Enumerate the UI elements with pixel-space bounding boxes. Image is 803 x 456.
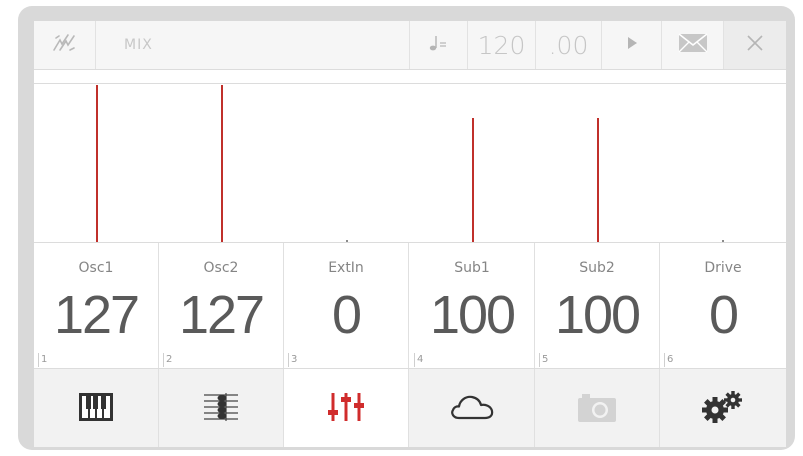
channel-index: 6 (664, 353, 673, 367)
level-meters (34, 84, 786, 243)
message-button[interactable] (662, 21, 724, 69)
nav-settings-button[interactable] (660, 369, 786, 447)
midi-link-button[interactable] (34, 21, 96, 69)
channel-value: 127 (53, 285, 140, 345)
tempo-fraction-field[interactable]: .00 (536, 21, 602, 69)
quarter-note-icon (428, 34, 450, 56)
channel-value: 100 (429, 285, 516, 345)
envelope-icon (678, 33, 708, 57)
channel-value: 0 (331, 285, 362, 345)
channel-index: 2 (163, 353, 172, 367)
tempo-whole-field[interactable]: 120 (468, 21, 536, 69)
channel-sub1[interactable]: Sub1 100 4 (410, 243, 535, 369)
channel-value: 127 (178, 285, 265, 345)
play-icon (625, 35, 639, 55)
channel-name: Drive (704, 260, 742, 276)
channel-drive[interactable]: Drive 0 6 (660, 243, 786, 369)
channel-name: Sub1 (454, 260, 490, 276)
top-bar: MIX 120 .00 (34, 21, 786, 70)
channel-extin[interactable]: ExtIn 0 3 (284, 243, 409, 369)
screen: MIX 120 .00 Osc1 127 1 Osc2 127 2 ExtIn … (34, 21, 786, 447)
piano-keys-icon (78, 392, 114, 426)
score-notes-icon (200, 389, 242, 429)
channel-index: 1 (38, 353, 47, 367)
status-strip (34, 70, 786, 84)
nav-score-button[interactable] (159, 369, 284, 447)
channel-value: 0 (708, 285, 739, 345)
channel-name: Sub2 (579, 260, 615, 276)
meter-sub2 (597, 118, 599, 243)
nav-mixer-button[interactable] (284, 369, 409, 447)
close-button[interactable] (724, 21, 786, 69)
meter-osc2 (221, 85, 223, 243)
channel-osc2[interactable]: Osc2 127 2 (159, 243, 284, 369)
nav-camera-button[interactable] (535, 369, 660, 447)
close-icon (745, 33, 765, 57)
tempo-button[interactable] (410, 21, 468, 69)
channel-index: 5 (539, 353, 548, 367)
channel-index: 3 (288, 353, 297, 367)
camera-icon (576, 390, 618, 428)
nav-keyboard-button[interactable] (34, 369, 159, 447)
nav-cloud-button[interactable] (410, 369, 535, 447)
meter-osc1 (96, 85, 98, 243)
mixer-sliders-icon (326, 390, 366, 428)
channel-index: 4 (414, 353, 423, 367)
channel-sub2[interactable]: Sub2 100 5 (535, 243, 660, 369)
gears-icon (697, 389, 749, 429)
channel-name: Osc1 (78, 260, 114, 276)
page-title: MIX (96, 21, 410, 69)
channel-name: Osc2 (203, 260, 239, 276)
meter-sub1 (472, 118, 474, 243)
bottom-nav (34, 368, 786, 447)
channel-value: 100 (554, 285, 641, 345)
channel-osc1[interactable]: Osc1 127 1 (34, 243, 159, 369)
play-button[interactable] (602, 21, 662, 69)
cloud-icon (449, 391, 495, 427)
channel-strip: Osc1 127 1 Osc2 127 2 ExtIn 0 3 Sub1 100… (34, 242, 786, 369)
midi-link-icon (50, 32, 80, 58)
channel-name: ExtIn (328, 260, 364, 276)
